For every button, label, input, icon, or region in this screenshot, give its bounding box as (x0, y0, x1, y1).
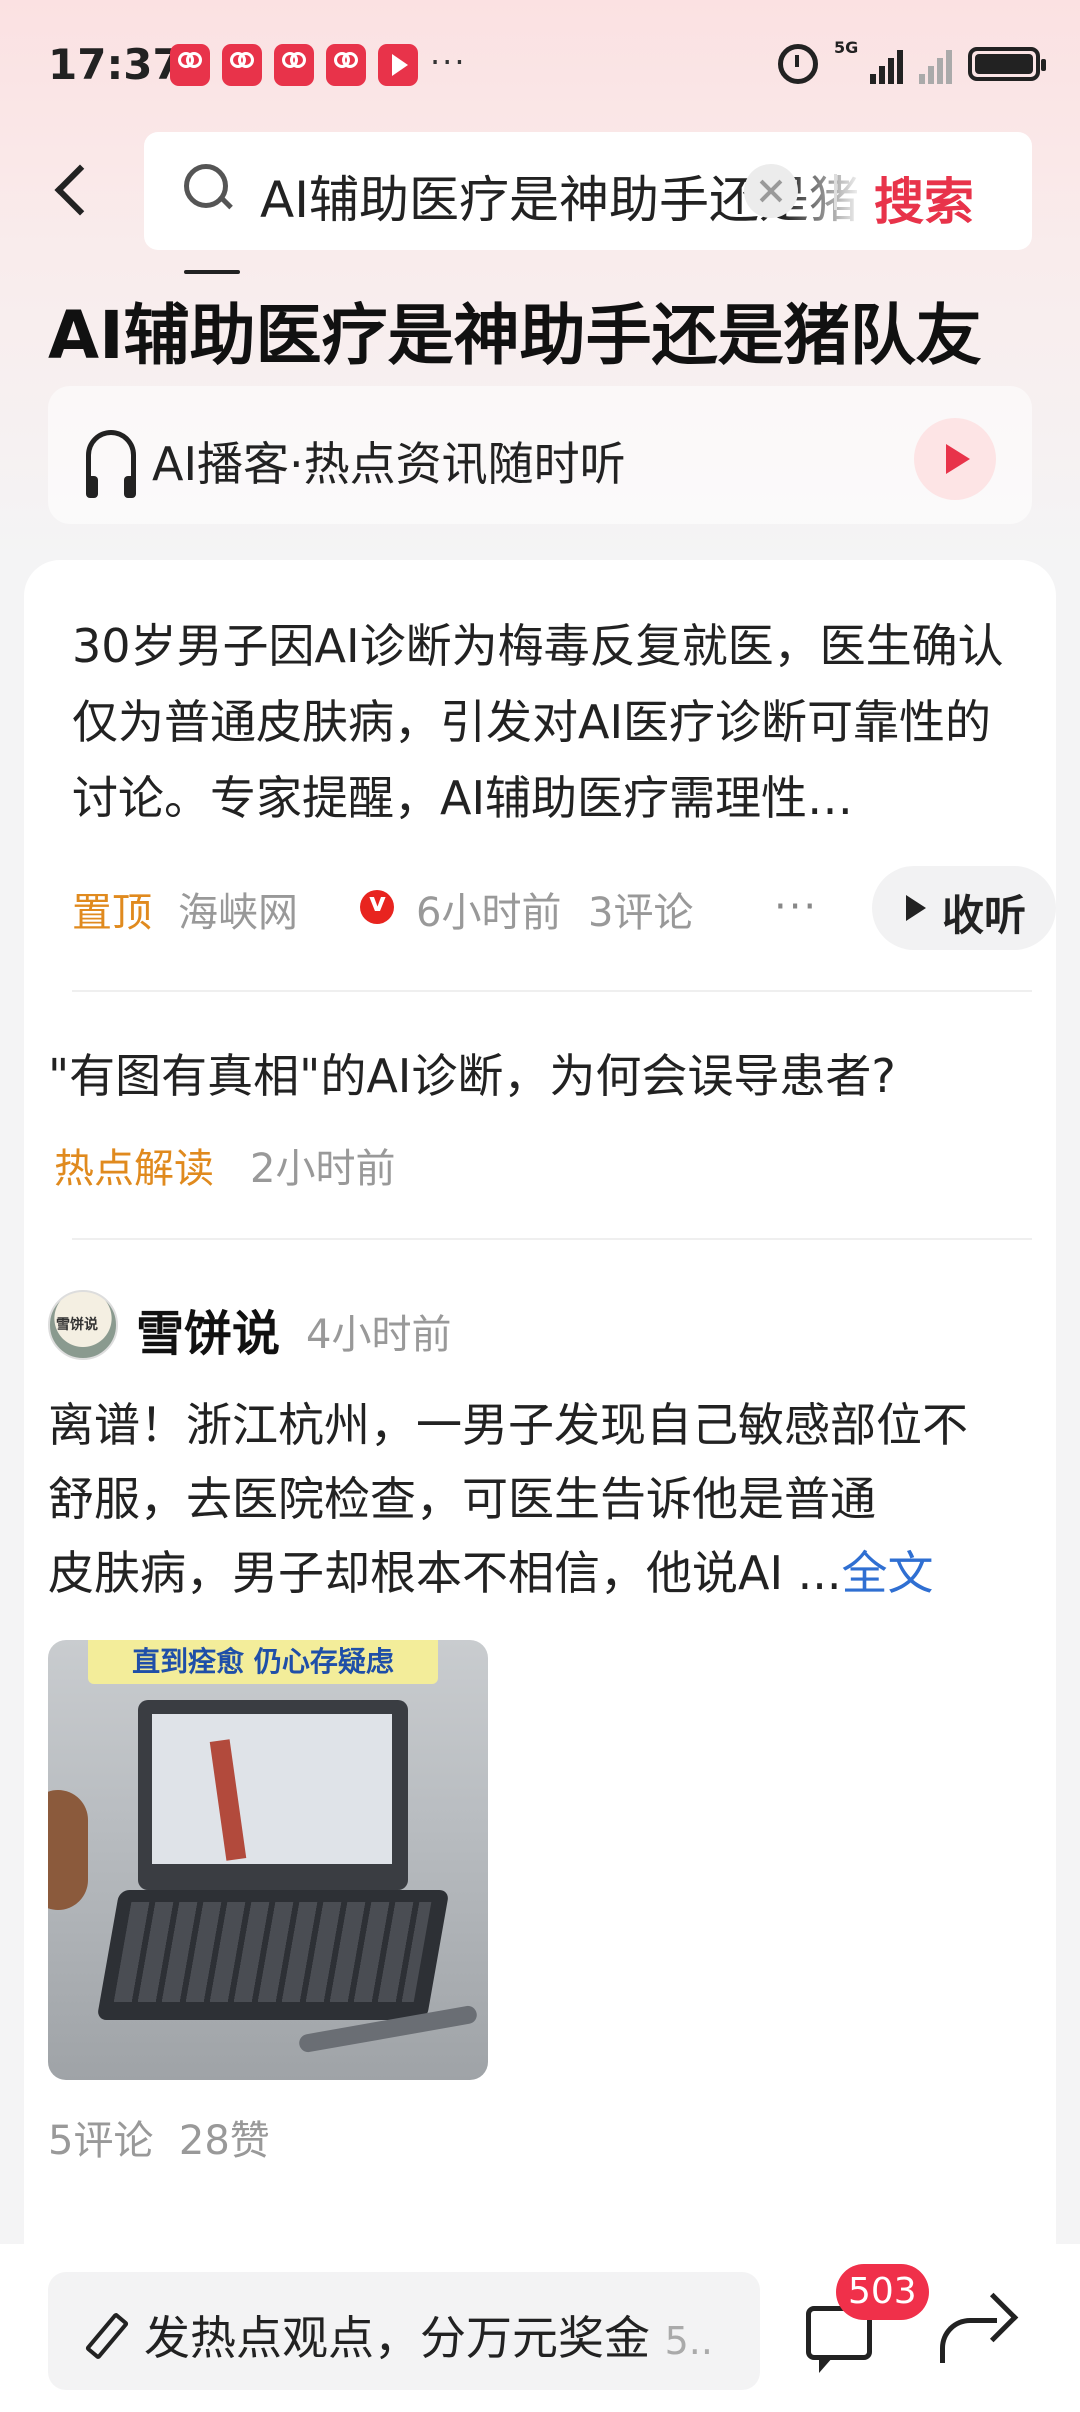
clear-icon[interactable] (744, 164, 798, 218)
podcast-label: AI播客·热点资讯随时听 (152, 437, 626, 491)
image-laptop-screen (138, 1700, 408, 1890)
app-notification-icon (222, 44, 262, 86)
page-title: AI辅助医疗是神助手还是猪队友 (48, 297, 982, 374)
battery-icon (968, 47, 1046, 81)
ai-podcast-bar[interactable]: AI播客·热点资讯随时听 (48, 386, 1032, 524)
post-time: 4小时前 (306, 1312, 452, 1358)
pen-icon (84, 2312, 124, 2352)
status-bar: 17:37 ··· 5G (0, 0, 1080, 130)
avatar[interactable]: 雪饼说 (48, 1290, 118, 1360)
share-icon[interactable] (940, 2300, 1010, 2366)
article-abstract[interactable]: 30岁男子因AI诊断为梅毒反复就医，医生确认仅为普通皮肤病，引发对AI医疗诊断可… (72, 608, 1022, 836)
image-caption: 直到痊愈 仍心存疑虑 (88, 1640, 438, 1684)
app-notification-icon (274, 44, 314, 86)
status-time: 17:37 (48, 40, 182, 89)
post-image[interactable]: 直到痊愈 仍心存疑虑 (48, 1640, 488, 2080)
header-underline (184, 270, 240, 274)
post-author[interactable]: 雪饼说 (136, 1294, 280, 1364)
comment-input[interactable]: 发热点观点，分万元奖金 5.. (48, 2272, 760, 2390)
play-icon[interactable] (914, 418, 996, 500)
more-options-icon[interactable]: ··· (774, 884, 818, 930)
bottom-bar: 发热点观点，分万元奖金 5.. 503 (0, 2244, 1080, 2412)
post-stats: 5评论 28赞 (48, 2108, 270, 2166)
listen-label: 收听 (942, 891, 1027, 940)
post-likes[interactable]: 28赞 (179, 2118, 270, 2164)
comment-placeholder: 发热点观点，分万元奖金 5.. (144, 2302, 744, 2368)
image-keyboard (96, 1890, 450, 2020)
play-icon (906, 895, 926, 921)
signal-secondary-icon (919, 44, 952, 84)
back-button[interactable] (44, 160, 104, 220)
avatar-text: 雪饼说 (56, 1317, 98, 1333)
search-icon (184, 164, 232, 212)
related-time: 2小时前 (250, 1146, 396, 1192)
post-comments[interactable]: 5评论 (48, 2118, 153, 2164)
search-button[interactable]: 搜索 (874, 162, 974, 234)
status-indicators: 5G (778, 38, 1046, 84)
hot-topic-tag: 热点解读 (54, 1146, 214, 1192)
network-type: 5G (834, 38, 859, 57)
pinned-tag: 置顶 (72, 890, 152, 936)
comment-count-badge: 503 (836, 2264, 929, 2320)
placeholder-text: 发热点观点，分万元奖金 (144, 2311, 650, 2365)
notification-icons: ··· (170, 44, 467, 86)
app-notification-icon (326, 44, 366, 86)
placeholder-suffix: 5.. (664, 2319, 713, 2363)
app-notification-icon (170, 44, 210, 86)
image-hand (48, 1790, 88, 1910)
headphones-icon (86, 430, 136, 498)
article-time: 6小时前 (416, 890, 562, 936)
article-meta: 置顶 海峡网 6小时前 3评论 ··· 收听 (72, 866, 1056, 950)
article-comments[interactable]: 3评论 (588, 880, 693, 938)
related-article-title[interactable]: "有图有真相"的AI诊断，为何会误导患者? (48, 1040, 896, 1106)
listen-button[interactable]: 收听 (872, 866, 1056, 950)
post-text-tail: 皮肤病，男子却根本不相信，他说AI ... (48, 1546, 842, 1600)
post-text[interactable]: 离谱！浙江杭州，一男子发现自己敏感部位不舒服，去医院检查，可医生告诉他是普通 (48, 1388, 1008, 1536)
search-box[interactable]: AI辅助医疗是神助手还是猪队友 搜索 (144, 132, 1032, 250)
divider (72, 1238, 1032, 1240)
signal-5g-icon: 5G (834, 38, 903, 84)
alarm-icon (778, 44, 818, 84)
verified-icon (360, 888, 394, 924)
article-source[interactable]: 海峡网 (178, 880, 298, 938)
post-text-last-line[interactable]: 皮肤病，男子却根本不相信，他说AI ...全文 (48, 1536, 1008, 1610)
full-text-link[interactable]: 全文 (842, 1546, 934, 1600)
video-app-icon (378, 44, 418, 86)
search-divider (834, 174, 837, 210)
divider (72, 990, 1032, 992)
more-notifications-icon: ··· (430, 43, 467, 81)
